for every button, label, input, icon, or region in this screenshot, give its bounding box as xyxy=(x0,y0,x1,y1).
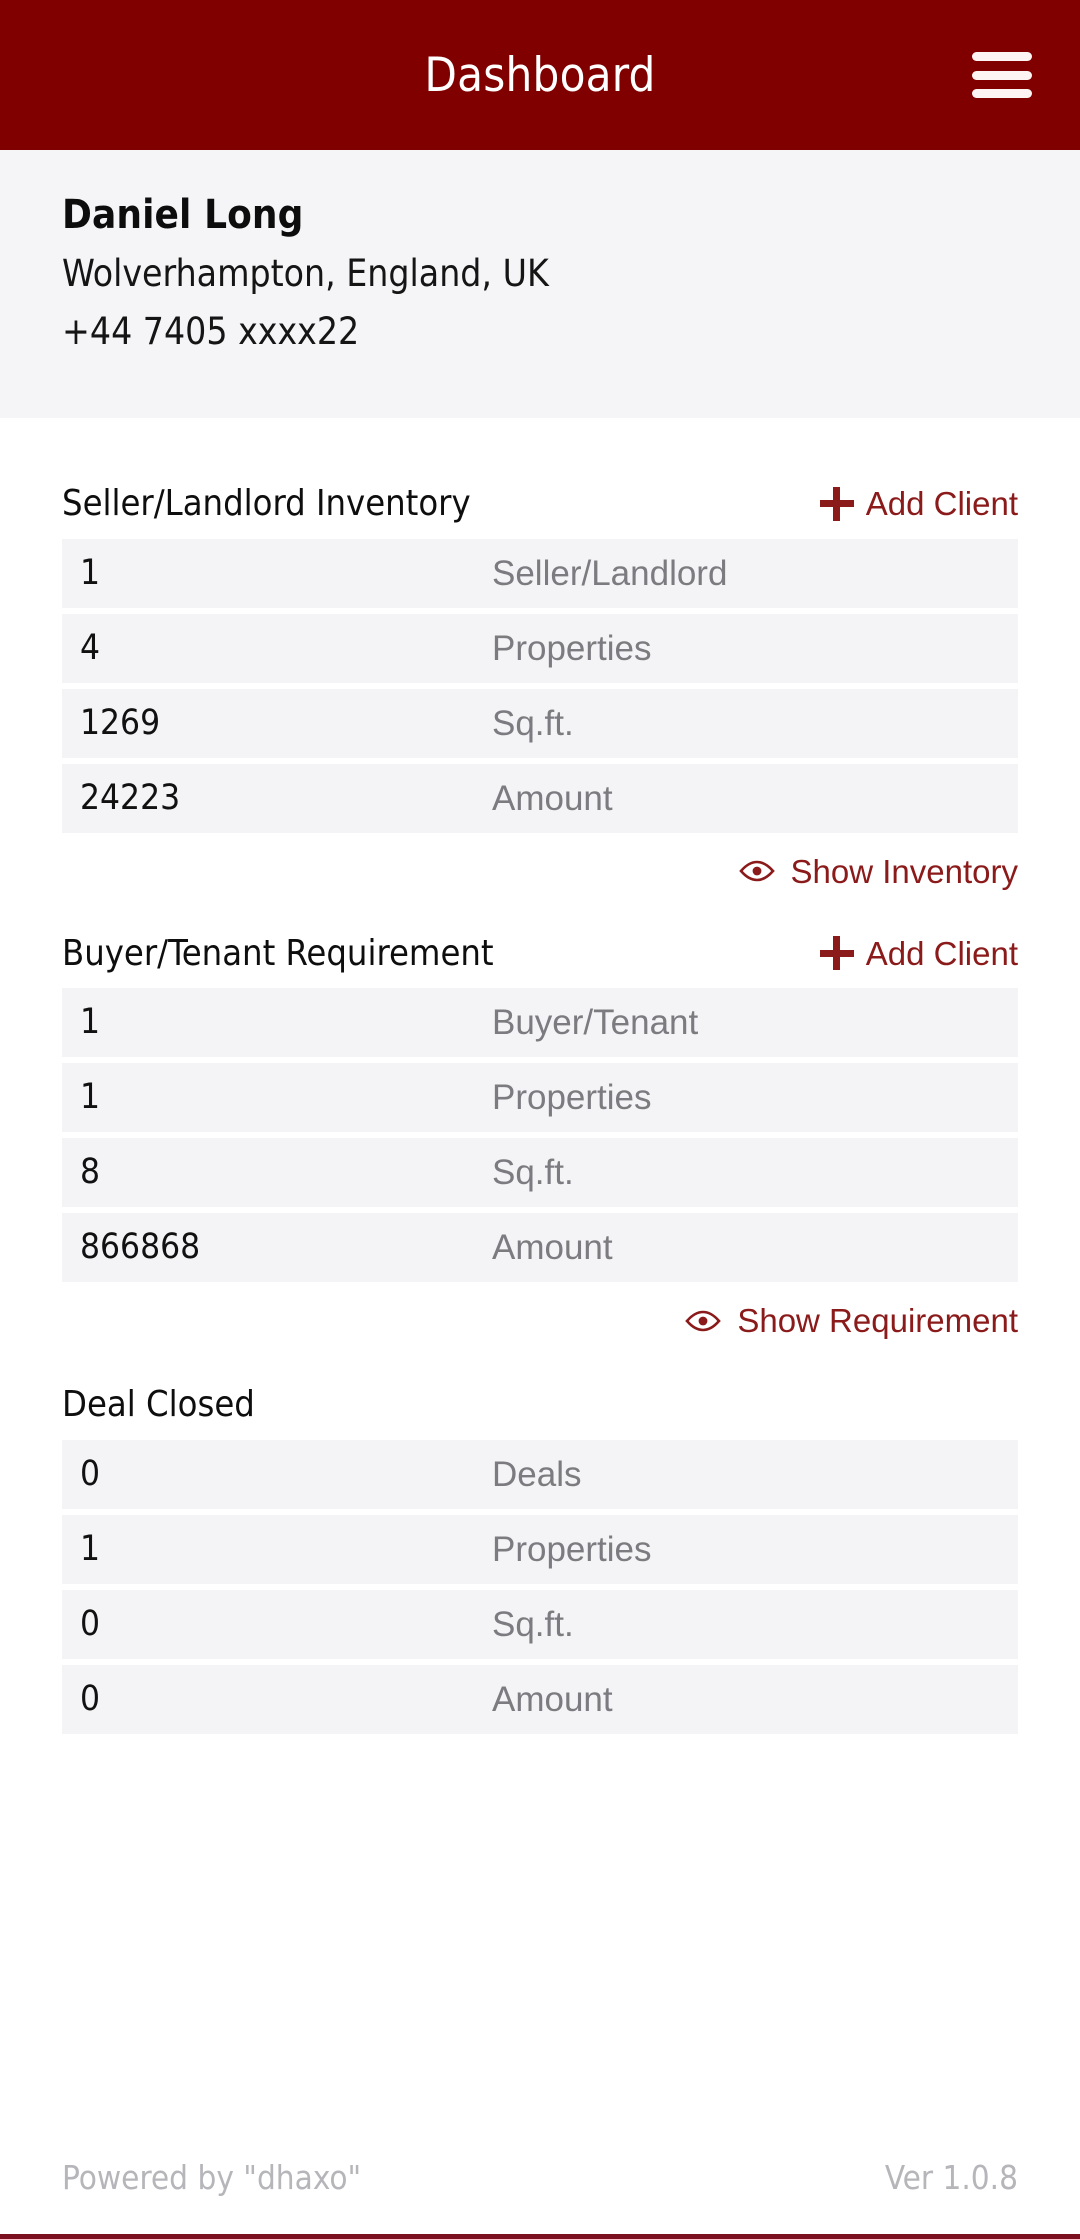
table-row: 0 Sq.ft. xyxy=(62,1589,1018,1659)
stat-rows: 1 Seller/Landlord 4 Properties 1269 Sq.f… xyxy=(62,538,1018,833)
eye-icon xyxy=(738,860,775,882)
stat-value: 4 xyxy=(80,627,101,668)
stat-label: Amount xyxy=(492,1228,613,1268)
profile-card: Daniel Long Wolverhampton, England, UK +… xyxy=(0,150,1080,418)
stat-label: Sq.ft. xyxy=(492,703,574,743)
eye-icon xyxy=(685,1310,722,1331)
profile-name: Daniel Long xyxy=(62,192,304,238)
show-inventory-label: Show Inventory xyxy=(790,852,1018,890)
table-row: 8 Sq.ft. xyxy=(62,1138,1018,1208)
stat-label: Deals xyxy=(492,1454,582,1494)
section-title: Seller/Landlord Inventory xyxy=(62,483,471,524)
plus-icon xyxy=(819,936,854,971)
table-row: 24223 Amount xyxy=(62,763,1018,833)
show-requirement-label: Show Requirement xyxy=(737,1302,1018,1340)
stat-rows: 1 Buyer/Tenant 1 Properties 8 Sq.ft. 866… xyxy=(62,988,1018,1283)
stat-label: Sq.ft. xyxy=(492,1604,574,1644)
app-bar: Dashboard xyxy=(0,0,1080,150)
table-row: 0 Amount xyxy=(62,1664,1018,1734)
section-seller-landlord-inventory: Seller/Landlord Inventory Add Client 1 S… xyxy=(62,418,1018,888)
add-client-button-requirement[interactable]: Add Client xyxy=(819,934,1018,972)
hamburger-bar-2 xyxy=(972,70,1032,80)
table-row: 0 Deals xyxy=(62,1439,1018,1509)
table-row: 1 Buyer/Tenant xyxy=(62,988,1018,1058)
section-header: Deal Closed xyxy=(62,1385,1018,1440)
profile-location: Wolverhampton, England, UK xyxy=(62,252,549,296)
stat-label: Properties xyxy=(492,1078,652,1118)
table-row: 1269 Sq.ft. xyxy=(62,688,1018,758)
stat-label: Buyer/Tenant xyxy=(492,1003,699,1043)
show-requirement-button[interactable]: Show Requirement xyxy=(62,1288,1018,1337)
stat-value: 0 xyxy=(80,1603,101,1644)
section-header: Buyer/Tenant Requirement Add Client xyxy=(62,932,1018,989)
add-client-button-inventory[interactable]: Add Client xyxy=(819,485,1018,523)
table-row: 866868 Amount xyxy=(62,1213,1018,1283)
section-header: Seller/Landlord Inventory Add Client xyxy=(62,484,1018,539)
stat-rows: 0 Deals 1 Properties 0 Sq.ft. 0 Amount xyxy=(62,1439,1018,1734)
stat-label: Amount xyxy=(492,1679,613,1719)
stat-value: 1 xyxy=(80,552,101,593)
app-version-label: Ver 1.0.8 xyxy=(884,2158,1018,2197)
section-title: Buyer/Tenant Requirement xyxy=(62,932,494,974)
stat-value: 1 xyxy=(80,1002,101,1043)
footer-bar: Powered by "dhaxo" Ver 1.0.8 xyxy=(0,2121,1080,2239)
add-client-label: Add Client xyxy=(865,485,1018,523)
powered-by-label: Powered by "dhaxo" xyxy=(62,2158,362,2197)
hamburger-bar-1 xyxy=(972,52,1032,61)
profile-phone: +44 7405 xxxx22 xyxy=(62,310,360,354)
stat-value: 1269 xyxy=(80,702,161,743)
add-client-label: Add Client xyxy=(865,934,1018,972)
section-deal-closed: Deal Closed 0 Deals 1 Properties 0 Sq.ft… xyxy=(62,1337,1018,1734)
show-inventory-button[interactable]: Show Inventory xyxy=(62,839,1018,888)
stat-label: Sq.ft. xyxy=(492,1153,574,1193)
stat-label: Seller/Landlord xyxy=(492,553,728,593)
stat-label: Amount xyxy=(492,778,613,818)
dashboard-content: Seller/Landlord Inventory Add Client 1 S… xyxy=(0,418,1080,2121)
stat-value: 24223 xyxy=(80,777,181,818)
table-row: 1 Properties xyxy=(62,1514,1018,1584)
table-row: 4 Properties xyxy=(62,613,1018,683)
dashboard-screen: Dashboard Daniel Long Wolverhampton, Eng… xyxy=(0,0,1080,2239)
stat-value: 866868 xyxy=(80,1227,201,1268)
stat-value: 0 xyxy=(80,1453,101,1494)
stat-value: 1 xyxy=(80,1077,101,1118)
section-buyer-tenant-requirement: Buyer/Tenant Requirement Add Client 1 Bu… xyxy=(62,888,1018,1337)
table-row: 1 Seller/Landlord xyxy=(62,538,1018,608)
stat-value: 0 xyxy=(80,1678,101,1719)
plus-icon xyxy=(819,486,854,521)
stat-value: 1 xyxy=(80,1528,101,1569)
page-title: Dashboard xyxy=(424,47,656,103)
stat-value: 8 xyxy=(80,1152,101,1193)
hamburger-bar-3 xyxy=(972,89,1032,98)
stat-label: Properties xyxy=(492,1529,652,1569)
hamburger-menu-icon[interactable] xyxy=(972,52,1032,98)
table-row: 1 Properties xyxy=(62,1063,1018,1133)
stat-label: Properties xyxy=(492,628,652,668)
section-title: Deal Closed xyxy=(62,1384,255,1426)
